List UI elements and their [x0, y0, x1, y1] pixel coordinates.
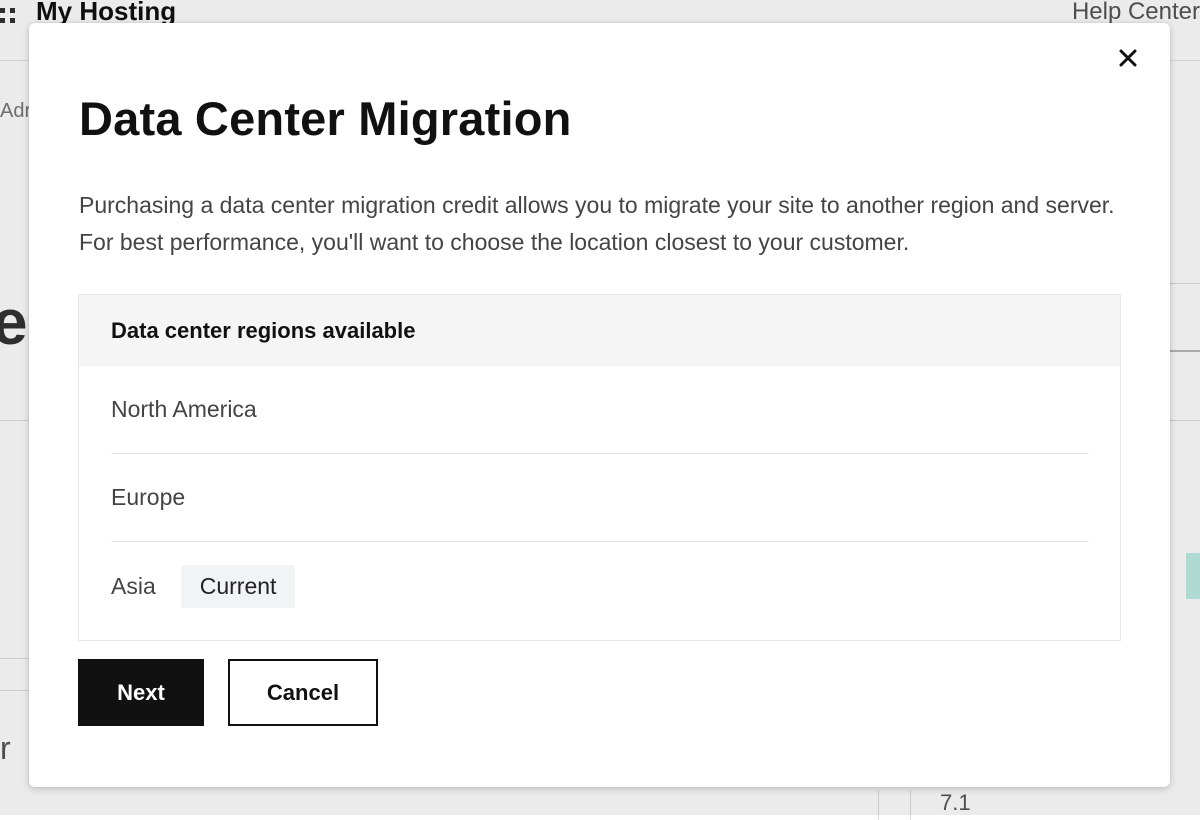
dialog-title: Data Center Migration — [79, 92, 572, 145]
regions-table: Data center regions available North Amer… — [78, 294, 1121, 641]
current-region-badge: Current — [180, 564, 296, 608]
region-name: Europe — [111, 484, 186, 510]
region-row-north-america: North America — [111, 366, 1089, 454]
region-name: North America — [111, 396, 257, 422]
region-row-asia: Asia Current — [111, 542, 1089, 630]
regions-table-header: Data center regions available — [79, 295, 1120, 366]
close-icon — [1119, 49, 1137, 67]
migration-dialog: Data Center Migration Purchasing a data … — [29, 23, 1170, 787]
close-button[interactable] — [1113, 43, 1143, 73]
cancel-button[interactable]: Cancel — [228, 659, 378, 726]
next-button[interactable]: Next — [78, 659, 204, 726]
dialog-description: Purchasing a data center migration credi… — [79, 192, 1115, 255]
region-row-europe: Europe — [111, 454, 1089, 542]
region-name: Asia — [111, 572, 156, 599]
